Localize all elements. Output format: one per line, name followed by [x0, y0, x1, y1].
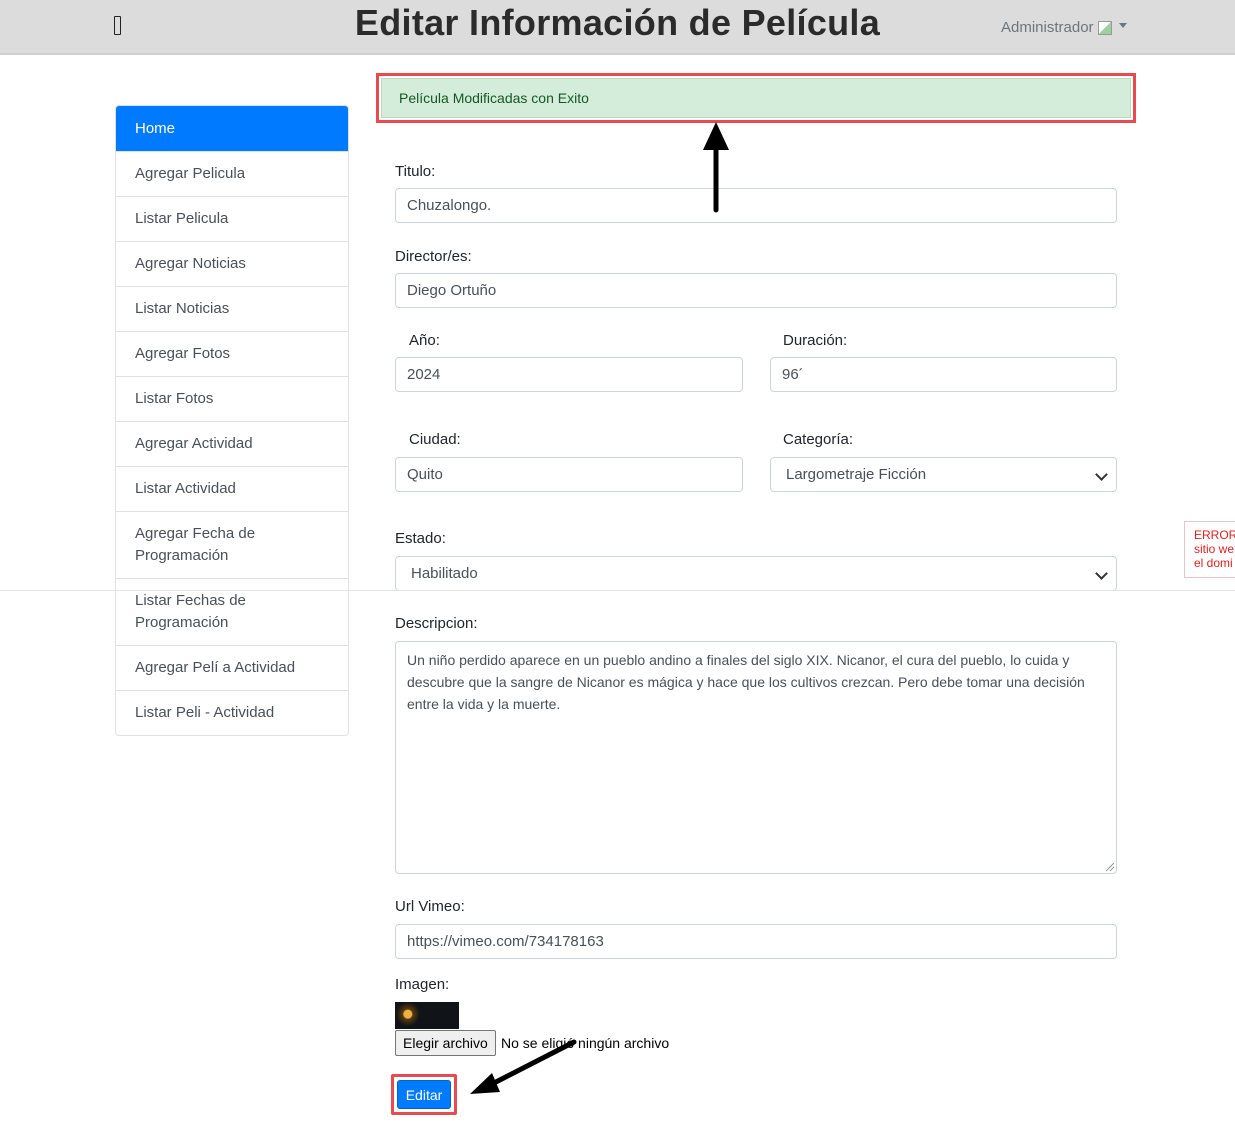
- movie-thumbnail: [395, 1002, 459, 1029]
- sidebar-item-label: Agregar Actividad: [135, 435, 253, 452]
- titulo-input[interactable]: Chuzalongo.: [395, 188, 1117, 223]
- sidebar-item-listar-fechas[interactable]: Listar Fechas de Programación: [116, 578, 348, 645]
- error-line: el domi: [1194, 556, 1233, 570]
- director-label: Director/es:: [395, 248, 472, 265]
- sidebar-item-agregar-peli-actividad[interactable]: Agregar Pelí a Actividad: [116, 645, 348, 690]
- sidebar-item-listar-fotos[interactable]: Listar Fotos: [116, 376, 348, 421]
- edit-highlight: Editar: [391, 1074, 457, 1115]
- choose-file-button[interactable]: Elegir archivo: [395, 1030, 496, 1056]
- chevron-down-icon: [1095, 468, 1108, 481]
- estado-label: Estado:: [395, 530, 446, 547]
- estado-select[interactable]: Habilitado: [395, 556, 1117, 591]
- url-vimeo-input[interactable]: https://vimeo.com/734178163: [395, 924, 1117, 959]
- duracion-label: Duración:: [783, 332, 848, 349]
- sidebar-item-label: Listar Peli - Actividad: [135, 704, 275, 721]
- sidebar-item-agregar-noticias[interactable]: Agregar Noticias: [116, 241, 348, 286]
- sidebar-item-label: Agregar Fecha de Programación: [135, 525, 256, 564]
- categoria-select[interactable]: Largometraje Ficción: [770, 457, 1117, 492]
- user-menu[interactable]: Administrador: [1001, 19, 1127, 36]
- anio-label: Año:: [409, 332, 440, 349]
- user-menu-label: Administrador: [1001, 19, 1094, 36]
- sidebar-item-label: Listar Pelicula: [135, 210, 229, 227]
- estado-value: Habilitado: [411, 565, 478, 582]
- descripcion-textarea[interactable]: Un niño perdido aparece en un pueblo and…: [395, 641, 1117, 874]
- sidebar-item-listar-peli-actividad[interactable]: Listar Peli - Actividad: [116, 690, 348, 735]
- sidebar-item-label: Listar Actividad: [135, 480, 236, 497]
- sidebar-item-listar-noticias[interactable]: Listar Noticias: [116, 286, 348, 331]
- sidebar-item-label: Agregar Pelicula: [135, 165, 246, 182]
- sidebar-item-agregar-pelicula[interactable]: Agregar Pelicula: [116, 151, 348, 196]
- sidebar-item-label: Listar Fechas de Programación: [135, 592, 246, 631]
- ciudad-input[interactable]: Quito: [395, 457, 743, 492]
- success-alert: Película Modificadas con Exito: [381, 78, 1131, 118]
- file-status-text: No se eligió ningún archivo: [501, 1035, 670, 1051]
- sidebar-item-label: Agregar Fotos: [135, 345, 231, 362]
- sidebar-item-label: Agregar Pelí a Actividad: [135, 659, 296, 676]
- sidebar-item-agregar-fotos[interactable]: Agregar Fotos: [116, 331, 348, 376]
- titulo-label: Titulo:: [395, 163, 436, 180]
- anio-input[interactable]: 2024: [395, 357, 743, 392]
- sidebar-item-listar-actividad[interactable]: Listar Actividad: [116, 466, 348, 511]
- duracion-input[interactable]: 96´: [770, 357, 1117, 392]
- categoria-label: Categoría:: [783, 431, 854, 448]
- divider: [0, 590, 1235, 591]
- ciudad-label: Ciudad:: [409, 431, 461, 448]
- error-line: ERROR: [1194, 528, 1235, 542]
- avatar-icon: [1097, 20, 1112, 35]
- director-input[interactable]: Diego Ortuño: [395, 273, 1117, 308]
- descripcion-text: Un niño perdido aparece en un pueblo and…: [407, 652, 1085, 712]
- url-vimeo-label: Url Vimeo:: [395, 898, 465, 915]
- sidebar-item-agregar-fecha[interactable]: Agregar Fecha de Programación: [116, 511, 348, 578]
- alert-highlight: Película Modificadas con Exito: [376, 73, 1136, 123]
- descripcion-label: Descripcion:: [395, 615, 478, 632]
- sidebar-item-label: Listar Noticias: [135, 300, 230, 317]
- error-notice: ERROR sitio we el domi: [1184, 521, 1235, 578]
- resize-handle-icon[interactable]: [1106, 863, 1114, 871]
- sidebar-item-listar-pelicula[interactable]: Listar Pelicula: [116, 196, 348, 241]
- categoria-value: Largometraje Ficción: [786, 466, 927, 483]
- sidebar-item-label: Agregar Noticias: [135, 255, 246, 272]
- error-line: sitio we: [1194, 542, 1235, 556]
- editar-button[interactable]: Editar: [397, 1080, 451, 1109]
- sidebar-item-label: Listar Fotos: [135, 390, 214, 407]
- sidebar-item-label: Home: [135, 119, 176, 137]
- imagen-label: Imagen:: [395, 976, 450, 993]
- chevron-down-icon: [1118, 23, 1127, 28]
- top-navbar: Editar Información de Película Administr…: [0, 0, 1235, 55]
- sidebar: Home Agregar Pelicula Listar Pelicula Ag…: [115, 105, 349, 736]
- sidebar-item-home[interactable]: Home: [116, 106, 348, 151]
- sidebar-item-agregar-actividad[interactable]: Agregar Actividad: [116, 421, 348, 466]
- chevron-down-icon: [1095, 567, 1108, 580]
